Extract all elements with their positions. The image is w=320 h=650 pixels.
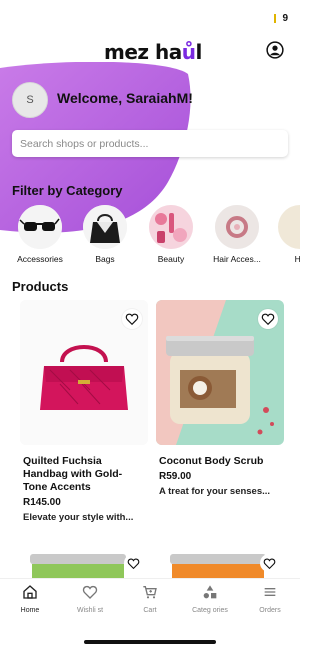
product-card[interactable]: Quilted Fuchsia Handbag with Gold-Tone A…: [20, 300, 148, 530]
sunglasses-icon: [18, 205, 62, 249]
wishlist-heart-icon[interactable]: [122, 309, 142, 329]
status-indicator: [274, 13, 277, 23]
nav-label: Orders: [259, 607, 281, 614]
shapes-icon: [203, 585, 217, 599]
status-text: 9: [282, 12, 288, 24]
nav-label: Cart: [143, 607, 157, 614]
app-logo[interactable]: mez haůl: [104, 40, 202, 64]
nav-label: Home: [20, 607, 40, 614]
product-description: Elevate your style with...: [23, 512, 134, 523]
status-bar: 9: [274, 10, 288, 26]
nav-wishlist[interactable]: Wishli st: [60, 579, 120, 622]
cart-icon: [143, 586, 157, 599]
category-label: He: [294, 254, 300, 264]
handbag-icon: [83, 205, 127, 249]
category-label: Accessories: [17, 254, 63, 264]
category-accessories[interactable]: Accessories: [6, 205, 74, 264]
product-description: A treat for your senses...: [159, 486, 271, 497]
cosmetics-icon: [149, 205, 193, 249]
hair-accessory-icon: [215, 205, 259, 249]
product-name: Quilted Fuchsia Handbag with Gold-Tone A…: [23, 455, 123, 493]
filter-title: Filter by Category: [12, 183, 123, 198]
product-info: Quilted Fuchsia Handbag with Gold-Tone A…: [23, 455, 145, 524]
bottom-nav: Home Wishli st Cart Categ ories Orders: [0, 578, 300, 622]
category-label: Bags: [95, 254, 115, 264]
category-label: Beauty: [157, 254, 185, 264]
product-price: R59.00: [159, 471, 192, 482]
product-price: R145.00: [23, 497, 61, 508]
category-image: [278, 205, 300, 249]
search-input[interactable]: [20, 137, 280, 150]
category-partial[interactable]: He: [266, 205, 300, 264]
category-label: Hair Acces...: [213, 254, 261, 264]
avatar[interactable]: S: [12, 82, 48, 118]
category-bags[interactable]: Bags: [71, 205, 139, 264]
nav-label: Wishli st: [76, 607, 104, 614]
nav-orders[interactable]: Orders: [240, 579, 300, 622]
product-info: Coconut Body Scrub R59.00 A treat for yo…: [159, 455, 281, 498]
nav-cart[interactable]: Cart: [120, 579, 180, 622]
category-list: Accessories Bags Beauty Hair Acces... H: [0, 205, 300, 267]
nav-home[interactable]: Home: [0, 579, 60, 622]
home-icon: [23, 585, 37, 599]
welcome-message: Welcome, SaraiahM!: [57, 90, 193, 106]
product-card[interactable]: Coconut Body Scrub R59.00 A treat for yo…: [156, 300, 284, 530]
category-beauty[interactable]: Beauty: [137, 205, 205, 264]
heart-icon: [82, 585, 98, 599]
wishlist-heart-icon[interactable]: [258, 309, 278, 329]
product-name: Coconut Body Scrub: [159, 455, 264, 467]
account-icon[interactable]: [266, 41, 284, 59]
category-hair-accessories[interactable]: Hair Acces...: [203, 205, 271, 264]
nav-categories[interactable]: Categ ories: [180, 579, 240, 622]
home-indicator: [84, 640, 216, 644]
wishlist-heart-icon[interactable]: [124, 554, 142, 572]
nav-label: Categ ories: [192, 607, 228, 614]
wishlist-heart-icon[interactable]: [260, 554, 278, 572]
search-bar[interactable]: [12, 130, 288, 157]
menu-icon: [264, 588, 276, 596]
products-title: Products: [12, 279, 69, 294]
